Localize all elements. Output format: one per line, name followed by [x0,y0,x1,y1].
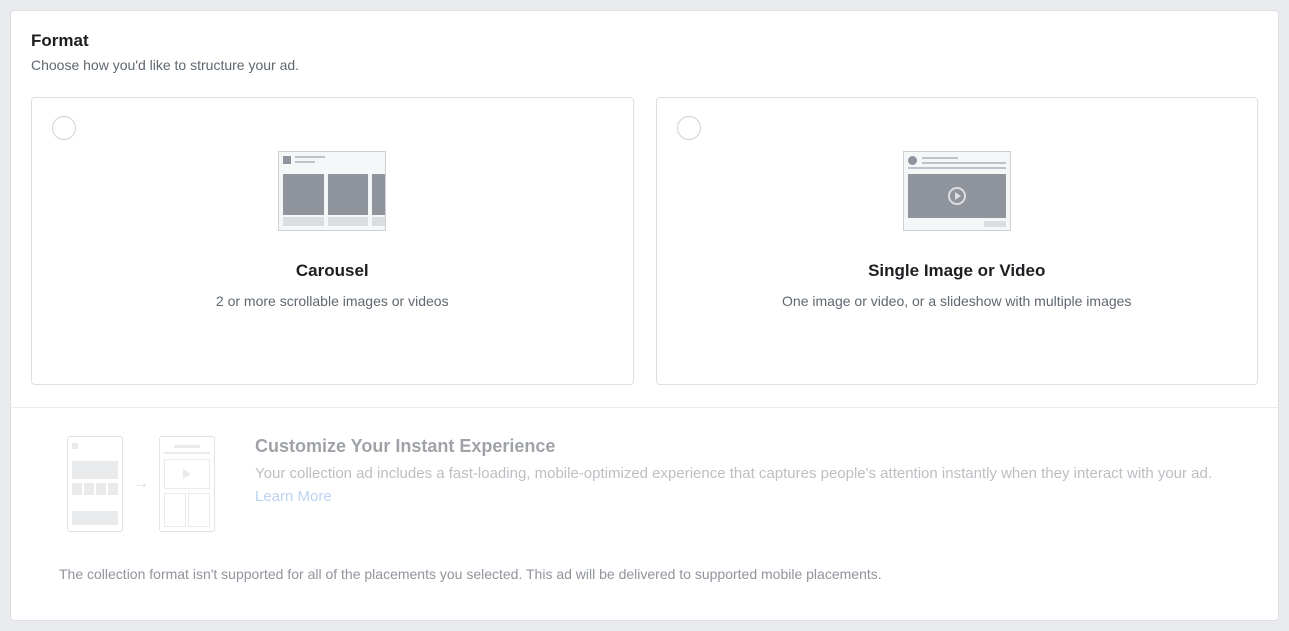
placement-note-row: The collection format isn't supported fo… [11,550,1278,598]
play-icon [948,187,966,205]
option-single-title: Single Image or Video [868,261,1045,281]
instant-desc-text: Your collection ad includes a fast-loadi… [255,465,1212,482]
option-carousel[interactable]: Carousel 2 or more scrollable images or … [31,97,634,385]
learn-more-link[interactable]: Learn More [255,488,332,505]
radio-carousel[interactable] [52,116,76,140]
section-subtitle: Choose how you'd like to structure your … [31,57,1258,73]
format-options: Carousel 2 or more scrollable images or … [11,97,1278,407]
option-single-desc: One image or video, or a slideshow with … [782,293,1131,309]
arrow-right-icon: → [133,475,149,493]
instant-experience-illustration-icon: → [67,436,215,532]
instant-experience-desc: Your collection ad includes a fast-loadi… [255,463,1248,508]
option-single[interactable]: Single Image or Video One image or video… [656,97,1259,385]
carousel-thumbnail-icon [278,151,386,231]
format-card: Format Choose how you'd like to structur… [10,10,1279,621]
instant-experience-block: → Customize Your Instant Experience Your… [11,408,1278,550]
radio-single[interactable] [677,116,701,140]
format-header: Format Choose how you'd like to structur… [11,11,1278,97]
instant-experience-title: Customize Your Instant Experience [255,436,1248,457]
option-carousel-desc: 2 or more scrollable images or videos [216,293,449,309]
option-carousel-title: Carousel [296,261,369,281]
section-title: Format [31,31,1258,51]
single-thumbnail-icon [903,151,1011,231]
placement-note-text: The collection format isn't supported fo… [59,566,1248,582]
instant-experience-text: Customize Your Instant Experience Your c… [255,436,1248,508]
